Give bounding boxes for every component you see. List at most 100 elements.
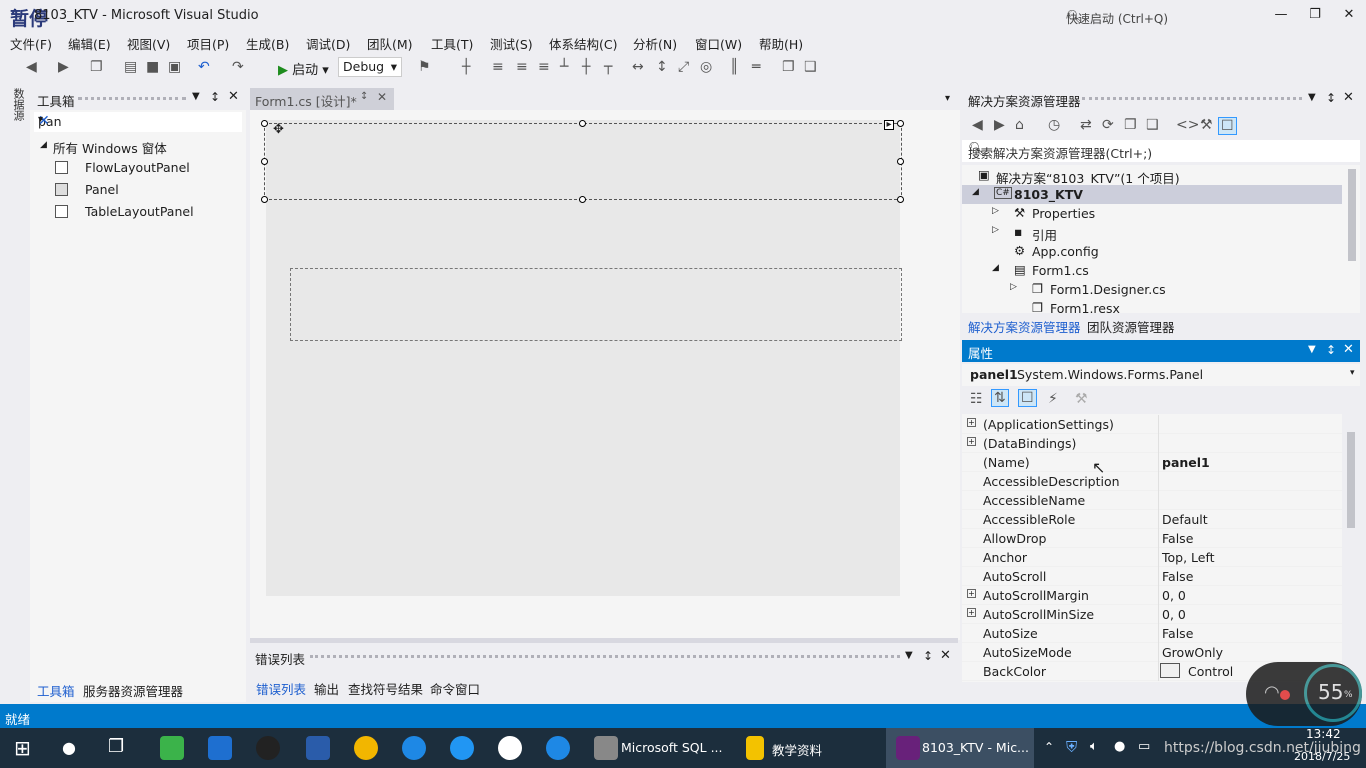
pin-icon[interactable]: ↕ — [1326, 343, 1336, 357]
expand-triangle-icon[interactable]: ▷ — [992, 206, 999, 216]
view-code-icon[interactable]: <> — [1176, 117, 1199, 133]
property-grid-scrollbar[interactable] — [1344, 414, 1358, 682]
clock-date[interactable]: 2018/7/25 — [1294, 750, 1350, 763]
property-value[interactable]: False — [1162, 626, 1193, 641]
pin-icon[interactable]: ↕ — [1326, 91, 1336, 105]
pin-icon[interactable]: ↕ — [923, 649, 933, 663]
collapse-triangle-icon[interactable]: ◢ — [40, 140, 47, 150]
property-row[interactable]: AccessibleName — [962, 491, 1342, 510]
qq-icon[interactable] — [256, 736, 280, 760]
windows-start-icon[interactable]: ⊞ — [14, 736, 31, 760]
app-grid-icon[interactable] — [306, 736, 330, 760]
expand-plus-icon[interactable]: + — [967, 418, 976, 427]
resize-handle[interactable] — [897, 196, 904, 203]
collapse-triangle-icon[interactable]: ◢ — [992, 263, 999, 273]
property-row[interactable]: AutoScroll False — [962, 567, 1342, 586]
horizontal-spacing-icon[interactable]: ║ — [730, 59, 738, 75]
home-icon[interactable]: ⌂ — [1015, 117, 1024, 133]
size-both-icon[interactable]: ⤢ — [678, 59, 689, 75]
menu-view[interactable]: 视图(V) — [127, 34, 170, 53]
property-row[interactable]: (Name) panel1 — [962, 453, 1342, 472]
property-row[interactable]: + (ApplicationSettings) — [962, 415, 1342, 434]
open-icon[interactable]: ▤ — [124, 59, 137, 75]
property-row[interactable]: AccessibleDescription — [962, 472, 1342, 491]
toolbox-group-all-forms[interactable]: 所有 Windows 窗体 — [53, 138, 167, 157]
property-value[interactable]: 0, 0 — [1162, 607, 1186, 622]
menu-project[interactable]: 项目(P) — [187, 34, 229, 53]
solution-explorer-search-input[interactable]: 搜索解决方案资源管理器(Ctrl+;) 🔍︎ — [962, 140, 1360, 162]
tab-command-window[interactable]: 命令窗口 — [430, 679, 480, 698]
tab-team-explorer[interactable]: 团队资源管理器 — [1087, 317, 1175, 336]
tree-item-form1-designer[interactable]: ▷ ❐ Form1.Designer.cs — [962, 280, 1342, 299]
resize-handle[interactable] — [261, 158, 268, 165]
property-value[interactable]: False — [1162, 531, 1193, 546]
tab-toolbox[interactable]: 工具箱 — [37, 681, 75, 700]
resize-handle[interactable] — [261, 196, 268, 203]
refresh-icon[interactable]: ⟳ — [1102, 117, 1114, 133]
solution-config-select[interactable]: Debug ▾ — [338, 57, 402, 77]
sql-server-icon[interactable] — [594, 736, 618, 760]
smart-tag-icon[interactable]: ▸ — [884, 120, 894, 130]
menu-build[interactable]: 生成(B) — [246, 34, 289, 53]
mic-icon[interactable]: ● — [1114, 739, 1125, 754]
property-row[interactable]: + AutoScrollMinSize 0, 0 — [962, 605, 1342, 624]
events-lightning-icon[interactable]: ⚡︎ — [1048, 391, 1058, 407]
redo-icon[interactable]: ↷ — [232, 59, 244, 75]
tab-find-symbol-results[interactable]: 查找符号结果 — [348, 679, 423, 698]
folder-icon[interactable] — [746, 736, 764, 760]
tab-error-list[interactable]: 错误列表 — [256, 679, 306, 698]
task-visual-studio[interactable]: 8103_KTV - Mic... — [886, 728, 1034, 768]
panel1-selected[interactable]: ✥ ▸ — [264, 120, 902, 200]
menu-tools[interactable]: 工具(T) — [431, 34, 473, 53]
categorized-icon[interactable]: ☷ — [970, 391, 983, 407]
tree-scrollbar[interactable] — [1348, 169, 1356, 261]
tree-item-app-config[interactable]: ⚙ App.config — [962, 242, 1342, 261]
align-middle-icon[interactable]: ┼ — [582, 59, 590, 75]
property-value[interactable]: Control — [1188, 664, 1233, 679]
chevron-down-icon[interactable]: ▼ — [192, 91, 200, 102]
expand-plus-icon[interactable]: + — [967, 437, 976, 446]
restore-button[interactable]: ❐ — [1300, 4, 1330, 26]
pin-icon[interactable]: ↕ — [360, 91, 368, 102]
sync-icon[interactable]: ⇄ — [1080, 117, 1092, 133]
panel2[interactable] — [290, 268, 902, 341]
alphabetical-icon[interactable]: ⇅ — [991, 389, 1009, 407]
property-value[interactable]: GrowOnly — [1162, 645, 1223, 660]
properties-object-selector[interactable]: panel1 System.Windows.Forms.Panel ▾ — [962, 364, 1360, 386]
menu-file[interactable]: 文件(F) — [10, 34, 52, 53]
expand-triangle-icon[interactable]: ▷ — [1010, 282, 1017, 292]
task-folder[interactable]: 教学资料 — [772, 740, 822, 759]
save-all-icon[interactable]: ▣ — [168, 59, 181, 75]
pin-icon[interactable]: ↕ — [210, 90, 220, 104]
property-value[interactable]: Top, Left — [1162, 550, 1215, 565]
edge-icon[interactable] — [208, 736, 232, 760]
align-top-icon[interactable]: ┴ — [560, 59, 568, 75]
close-window-button[interactable]: ✕ — [1334, 4, 1364, 26]
menu-help[interactable]: 帮助(H) — [759, 34, 803, 53]
clock-time[interactable]: 13:42 — [1306, 727, 1341, 741]
search-icon[interactable]: 🔍︎ — [968, 142, 1352, 157]
feishu-icon[interactable] — [450, 736, 474, 760]
tab-solution-explorer[interactable]: 解决方案资源管理器 — [968, 317, 1081, 336]
property-value[interactable]: False — [1162, 569, 1193, 584]
vertical-spacing-icon[interactable]: ═ — [752, 59, 760, 75]
search-app-icon[interactable] — [498, 736, 522, 760]
horizontal-scrollbar[interactable] — [250, 638, 958, 643]
close-icon[interactable]: ✕ — [228, 89, 239, 104]
property-row[interactable]: AllowDrop False — [962, 529, 1342, 548]
back-icon[interactable]: ◀ — [972, 117, 983, 133]
back-icon[interactable]: ◀ — [26, 59, 37, 75]
volume-icon[interactable]: 🔈︎ — [1090, 739, 1098, 754]
tab-form1-designer[interactable]: Form1.cs [设计]* ↕ ✕ — [250, 88, 394, 110]
tree-item-project[interactable]: ◢ C# 8103_KTV — [962, 185, 1342, 204]
toolbox-item-tablelayoutpanel[interactable]: TableLayoutPanel — [85, 204, 194, 219]
chevron-down-icon[interactable]: ▼ — [905, 650, 913, 661]
align-grid-icon[interactable]: ┼ — [462, 59, 470, 75]
bring-front-icon[interactable]: ❐ — [782, 59, 795, 75]
menu-debug[interactable]: 调试(D) — [306, 34, 350, 53]
toolbox-item-panel[interactable]: Panel — [85, 182, 119, 197]
show-all-files-icon[interactable]: ❑ — [1146, 117, 1159, 133]
menu-architecture[interactable]: 体系结构(C) — [549, 34, 617, 53]
minimize-button[interactable]: — — [1266, 4, 1296, 26]
quick-launch-input[interactable]: 快速启动 (Ctrl+Q) 🔍︎ — [1060, 6, 1266, 28]
